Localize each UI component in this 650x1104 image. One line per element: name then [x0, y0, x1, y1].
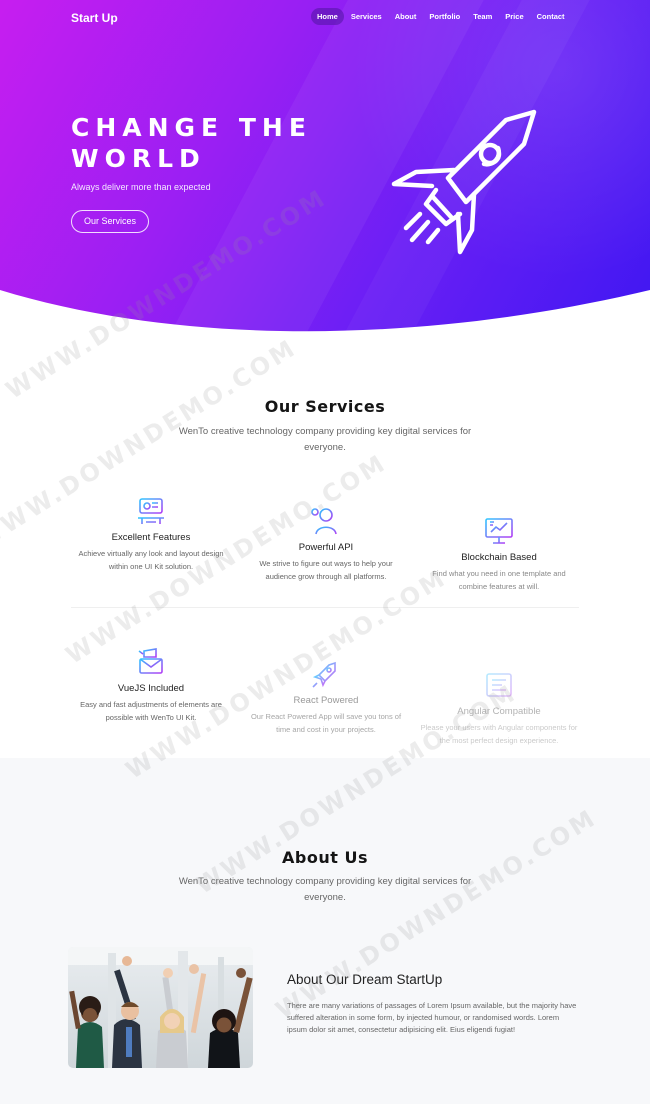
service-desc-line: Achieve virtually any look and layout de…	[78, 549, 224, 558]
service-desc: We strive to figure out ways to help you…	[236, 558, 416, 583]
hero-title-line: WORLD	[71, 144, 206, 173]
nav-item-contact[interactable]: Contact	[531, 8, 571, 25]
about-subtitle-line: WenTo creative technology company provid…	[178, 876, 472, 887]
service-title: Excellent Features	[111, 532, 191, 543]
nav-item-portfolio[interactable]: Portfolio	[423, 8, 466, 25]
service-desc: Easy and fast adjustments of elements ar…	[61, 699, 241, 724]
service-desc-line: time and cost in your projects.	[276, 724, 376, 734]
service-card-features[interactable]: Excellent Features Achieve virtually any…	[61, 494, 241, 573]
service-desc: Please your users with Angular component…	[409, 722, 589, 747]
service-desc-line: combine features at will.	[458, 581, 540, 591]
hero-title: CHANGE THE WORLD	[71, 112, 331, 174]
services-subtitle: WenTo creative technology company provid…	[0, 424, 650, 456]
brand-logo[interactable]: Start Up	[71, 11, 118, 25]
vuejs-icon	[138, 648, 163, 674]
nav-item-team[interactable]: Team	[467, 8, 498, 25]
services-title: Our Services	[264, 397, 386, 416]
services-subtitle-line: everyone.	[304, 442, 346, 453]
blockchain-icon	[485, 518, 513, 544]
service-desc-line: Please your users with Angular component…	[420, 723, 578, 732]
about-title: About Us	[282, 848, 368, 867]
hero-subtitle: Always deliver more than expected	[71, 182, 211, 192]
service-title: Angular Compatible	[457, 706, 541, 717]
api-icon	[311, 508, 337, 535]
service-title: React Powered	[293, 695, 359, 706]
service-desc-line: audience grow through all platforms.	[265, 571, 387, 581]
react-icon	[312, 661, 336, 688]
service-desc-line: within one UI Kit solution.	[108, 561, 194, 571]
about-heading: About Our Dream StartUp	[287, 972, 443, 987]
service-desc-line: We strive to figure out ways to help you…	[259, 559, 393, 568]
service-desc-line: possible with WenTo UI Kit.	[105, 712, 197, 722]
about-subtitle: WenTo creative technology company provid…	[0, 874, 650, 906]
main-nav: Home Services About Portfolio Team Price…	[311, 8, 572, 25]
about-paragraph: There are many variations of passages of…	[287, 1001, 577, 1034]
service-desc-line: Our React Powered App will save you tons…	[250, 712, 402, 721]
service-title: VueJS Included	[117, 683, 185, 694]
about-subtitle-line: everyone.	[304, 892, 346, 903]
service-desc-line: Easy and fast adjustments of elements ar…	[80, 700, 222, 709]
service-card-api[interactable]: Powerful API We strive to figure out way…	[236, 504, 416, 583]
service-desc-line: Find what you need in one template and	[432, 569, 566, 578]
service-title: Blockchain Based	[461, 552, 537, 563]
service-card-react[interactable]: React Powered Our React Powered App will…	[236, 657, 416, 736]
our-services-button[interactable]: Our Services	[71, 210, 149, 233]
service-desc-line: the most perfect design experience.	[439, 735, 559, 745]
services-divider	[71, 607, 579, 608]
team-celebration-image	[68, 947, 253, 1068]
nav-item-price[interactable]: Price	[499, 8, 529, 25]
features-icon	[138, 498, 164, 524]
service-card-blockchain[interactable]: Blockchain Based Find what you need in o…	[409, 514, 589, 593]
service-desc: Find what you need in one template and c…	[409, 568, 589, 593]
service-desc: Achieve virtually any look and layout de…	[61, 548, 241, 573]
service-desc: Our React Powered App will save you tons…	[236, 711, 416, 736]
service-title: Powerful API	[298, 542, 354, 553]
nav-item-services[interactable]: Services	[345, 8, 388, 25]
nav-item-home[interactable]: Home	[311, 8, 344, 25]
angular-icon	[486, 673, 512, 697]
hero-title-line: CHANGE THE	[71, 113, 312, 142]
rocket-icon	[391, 109, 537, 255]
service-card-vuejs[interactable]: VueJS Included Easy and fast adjustments…	[61, 645, 241, 724]
team-photo	[68, 947, 253, 1068]
hero-banner: Start Up Home Services About Portfolio T…	[0, 0, 650, 340]
nav-item-about[interactable]: About	[389, 8, 423, 25]
service-card-angular[interactable]: Angular Compatible Please your users wit…	[409, 668, 589, 747]
services-subtitle-line: WenTo creative technology company provid…	[178, 426, 472, 437]
